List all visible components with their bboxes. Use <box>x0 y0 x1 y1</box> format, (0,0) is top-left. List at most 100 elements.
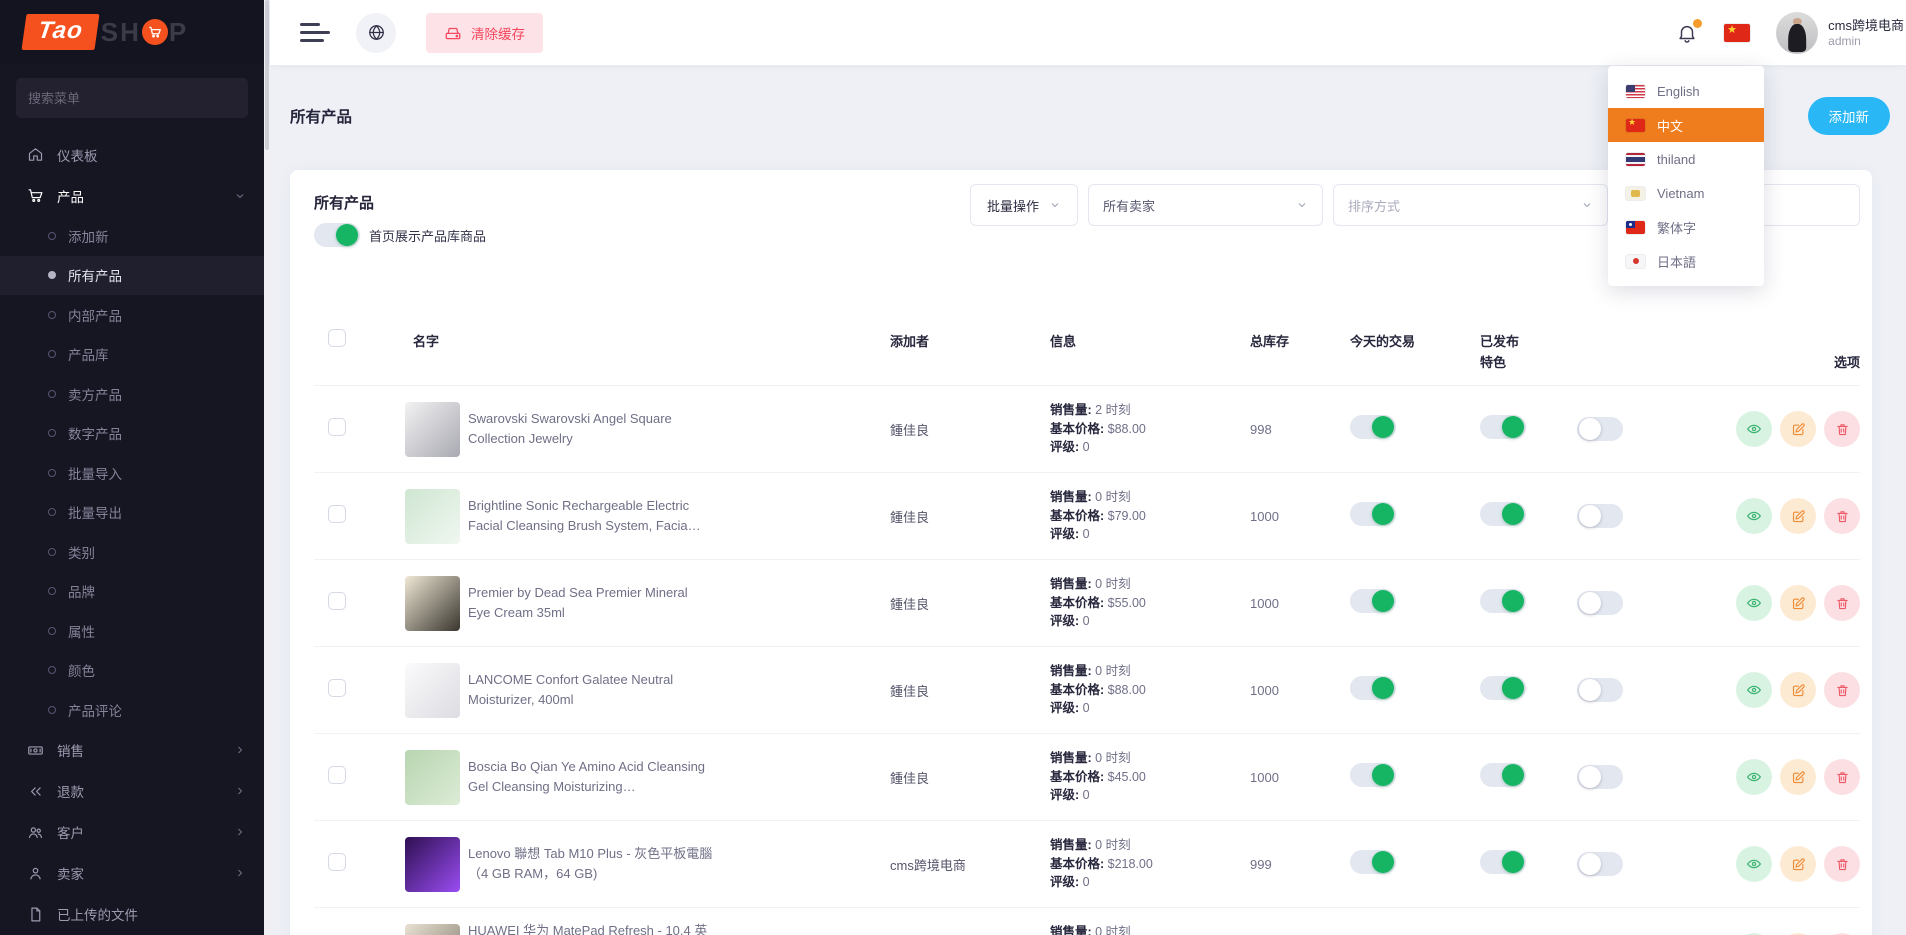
language-option-th[interactable]: thiland <box>1608 142 1764 176</box>
row-checkbox[interactable] <box>328 418 346 436</box>
row-checkbox[interactable] <box>328 505 346 523</box>
published-toggle[interactable] <box>1480 676 1526 700</box>
edit-button[interactable] <box>1780 672 1816 708</box>
chevron-right-icon <box>234 826 246 838</box>
todays-deal-toggle[interactable] <box>1350 850 1396 874</box>
product-name-link[interactable]: Brightline Sonic Rechargeable Electric F… <box>468 496 713 536</box>
edit-button[interactable] <box>1780 411 1816 447</box>
sidebar-item-all-products[interactable]: 所有产品 <box>0 256 264 296</box>
product-name-link[interactable]: Premier by Dead Sea Premier Mineral Eye … <box>468 583 713 623</box>
delete-button[interactable] <box>1824 672 1860 708</box>
clear-cache-button[interactable]: 清除缓存 <box>426 13 543 53</box>
row-checkbox[interactable] <box>328 679 346 697</box>
todays-deal-toggle[interactable] <box>1350 763 1396 787</box>
delete-button[interactable] <box>1824 585 1860 621</box>
view-button[interactable] <box>1736 411 1772 447</box>
seller-filter-select[interactable]: 所有卖家 <box>1088 184 1323 226</box>
product-name-link[interactable]: Lenovo 聯想 Tab M10 Plus - 灰色平板電腦（4 GB RAM… <box>468 844 713 884</box>
delete-button[interactable] <box>1824 846 1860 882</box>
row-checkbox[interactable] <box>328 592 346 610</box>
website-link-button[interactable] <box>356 13 396 53</box>
menu-search-input[interactable] <box>16 78 248 118</box>
row-checkbox[interactable] <box>328 766 346 784</box>
featured-toggle[interactable] <box>1577 765 1623 789</box>
view-button[interactable] <box>1736 846 1772 882</box>
current-language-flag-icon[interactable] <box>1724 24 1750 42</box>
sort-select[interactable]: 排序方式 <box>1333 184 1608 226</box>
sidebar-item-colors[interactable]: 颜色 <box>0 651 264 691</box>
bullet-icon <box>48 587 56 595</box>
featured-toggle[interactable] <box>1577 591 1623 615</box>
rating-value: 0 <box>1083 527 1090 541</box>
product-image <box>405 663 460 718</box>
view-button[interactable] <box>1736 672 1772 708</box>
published-toggle[interactable] <box>1480 589 1526 613</box>
language-option-vn[interactable]: Vietnam <box>1608 176 1764 210</box>
product-name-link[interactable]: HUAWEI 华为 MatePad Refresh - 10.4 英寸 2K F… <box>468 921 713 935</box>
published-toggle[interactable] <box>1480 763 1526 787</box>
todays-deal-toggle[interactable] <box>1350 589 1396 613</box>
product-name-link[interactable]: Swarovski Swarovski Angel Square Collect… <box>468 409 713 449</box>
sidebar-item-product-pool[interactable]: 产品库 <box>0 335 264 375</box>
sidebar-item-sellers[interactable]: 卖家 <box>0 853 264 894</box>
sidebar-item-add-new[interactable]: 添加新 <box>0 216 264 256</box>
avatar <box>1776 12 1818 54</box>
row-checkbox[interactable] <box>328 853 346 871</box>
notifications-button[interactable] <box>1676 22 1698 44</box>
published-toggle[interactable] <box>1480 415 1526 439</box>
todays-deal-toggle[interactable] <box>1350 415 1396 439</box>
home-icon <box>26 146 44 163</box>
total-stock-value: 1000 <box>1250 770 1350 785</box>
published-toggle[interactable] <box>1480 850 1526 874</box>
delete-button[interactable] <box>1824 759 1860 795</box>
product-name-link[interactable]: LANCOME Confort Galatee Neutral Moisturi… <box>468 670 713 710</box>
view-button[interactable] <box>1736 585 1772 621</box>
user-menu[interactable]: cms跨境电商 admin <box>1776 12 1904 54</box>
sidebar-item-customers[interactable]: 客户 <box>0 812 264 853</box>
featured-toggle[interactable] <box>1577 417 1623 441</box>
language-option-cn[interactable]: 中文 <box>1608 108 1764 142</box>
rating-value: 0 <box>1083 701 1090 715</box>
add-new-button[interactable]: 添加新 <box>1808 97 1891 135</box>
language-option-label: Vietnam <box>1657 186 1704 201</box>
menu-toggle-icon[interactable] <box>300 23 330 42</box>
sidebar-item-bulk-export[interactable]: 批量导出 <box>0 493 264 533</box>
sidebar-item-uploaded-files[interactable]: 已上传的文件 <box>0 894 264 935</box>
sidebar-item-sales[interactable]: 销售 <box>0 730 264 771</box>
todays-deal-toggle[interactable] <box>1350 502 1396 526</box>
th-flag-icon <box>1626 153 1645 166</box>
todays-deal-toggle[interactable] <box>1350 676 1396 700</box>
delete-button[interactable] <box>1824 498 1860 534</box>
featured-toggle[interactable] <box>1577 678 1623 702</box>
bulk-action-dropdown[interactable]: 批量操作 <box>970 184 1078 226</box>
language-option-tw[interactable]: 繁体字 <box>1608 210 1764 244</box>
edit-button[interactable] <box>1780 498 1816 534</box>
sidebar-item-products[interactable]: 产品 <box>0 175 264 216</box>
sidebar-item-dashboard[interactable]: 仪表板 <box>0 134 264 175</box>
view-button[interactable] <box>1736 498 1772 534</box>
edit-button[interactable] <box>1780 759 1816 795</box>
product-name-link[interactable]: Boscia Bo Qian Ye Amino Acid Cleansing G… <box>468 757 713 797</box>
sidebar-item-bulk-import[interactable]: 批量导入 <box>0 453 264 493</box>
language-option-jp[interactable]: 日本語 <box>1608 244 1764 278</box>
sidebar-item-brands[interactable]: 品牌 <box>0 572 264 612</box>
sidebar-item-inhouse-products[interactable]: 内部产品 <box>0 295 264 335</box>
view-button[interactable] <box>1736 759 1772 795</box>
homepage-pool-toggle[interactable] <box>314 223 360 247</box>
delete-button[interactable] <box>1824 411 1860 447</box>
sidebar-item-attributes[interactable]: 属性 <box>0 611 264 651</box>
sidebar-item-product-reviews[interactable]: 产品评论 <box>0 690 264 730</box>
language-option-us[interactable]: English <box>1608 74 1764 108</box>
app-logo[interactable]: Tao SHP <box>0 0 264 64</box>
published-toggle[interactable] <box>1480 502 1526 526</box>
sort-select-placeholder: 排序方式 <box>1348 196 1400 215</box>
featured-toggle[interactable] <box>1577 504 1623 528</box>
sidebar-item-digital-products[interactable]: 数字产品 <box>0 414 264 454</box>
featured-toggle[interactable] <box>1577 852 1623 876</box>
edit-button[interactable] <box>1780 846 1816 882</box>
sidebar-item-categories[interactable]: 类别 <box>0 532 264 572</box>
sidebar-item-seller-products[interactable]: 卖方产品 <box>0 374 264 414</box>
select-all-checkbox[interactable] <box>328 329 346 347</box>
edit-button[interactable] <box>1780 585 1816 621</box>
sidebar-item-refunds[interactable]: 退款 <box>0 771 264 812</box>
